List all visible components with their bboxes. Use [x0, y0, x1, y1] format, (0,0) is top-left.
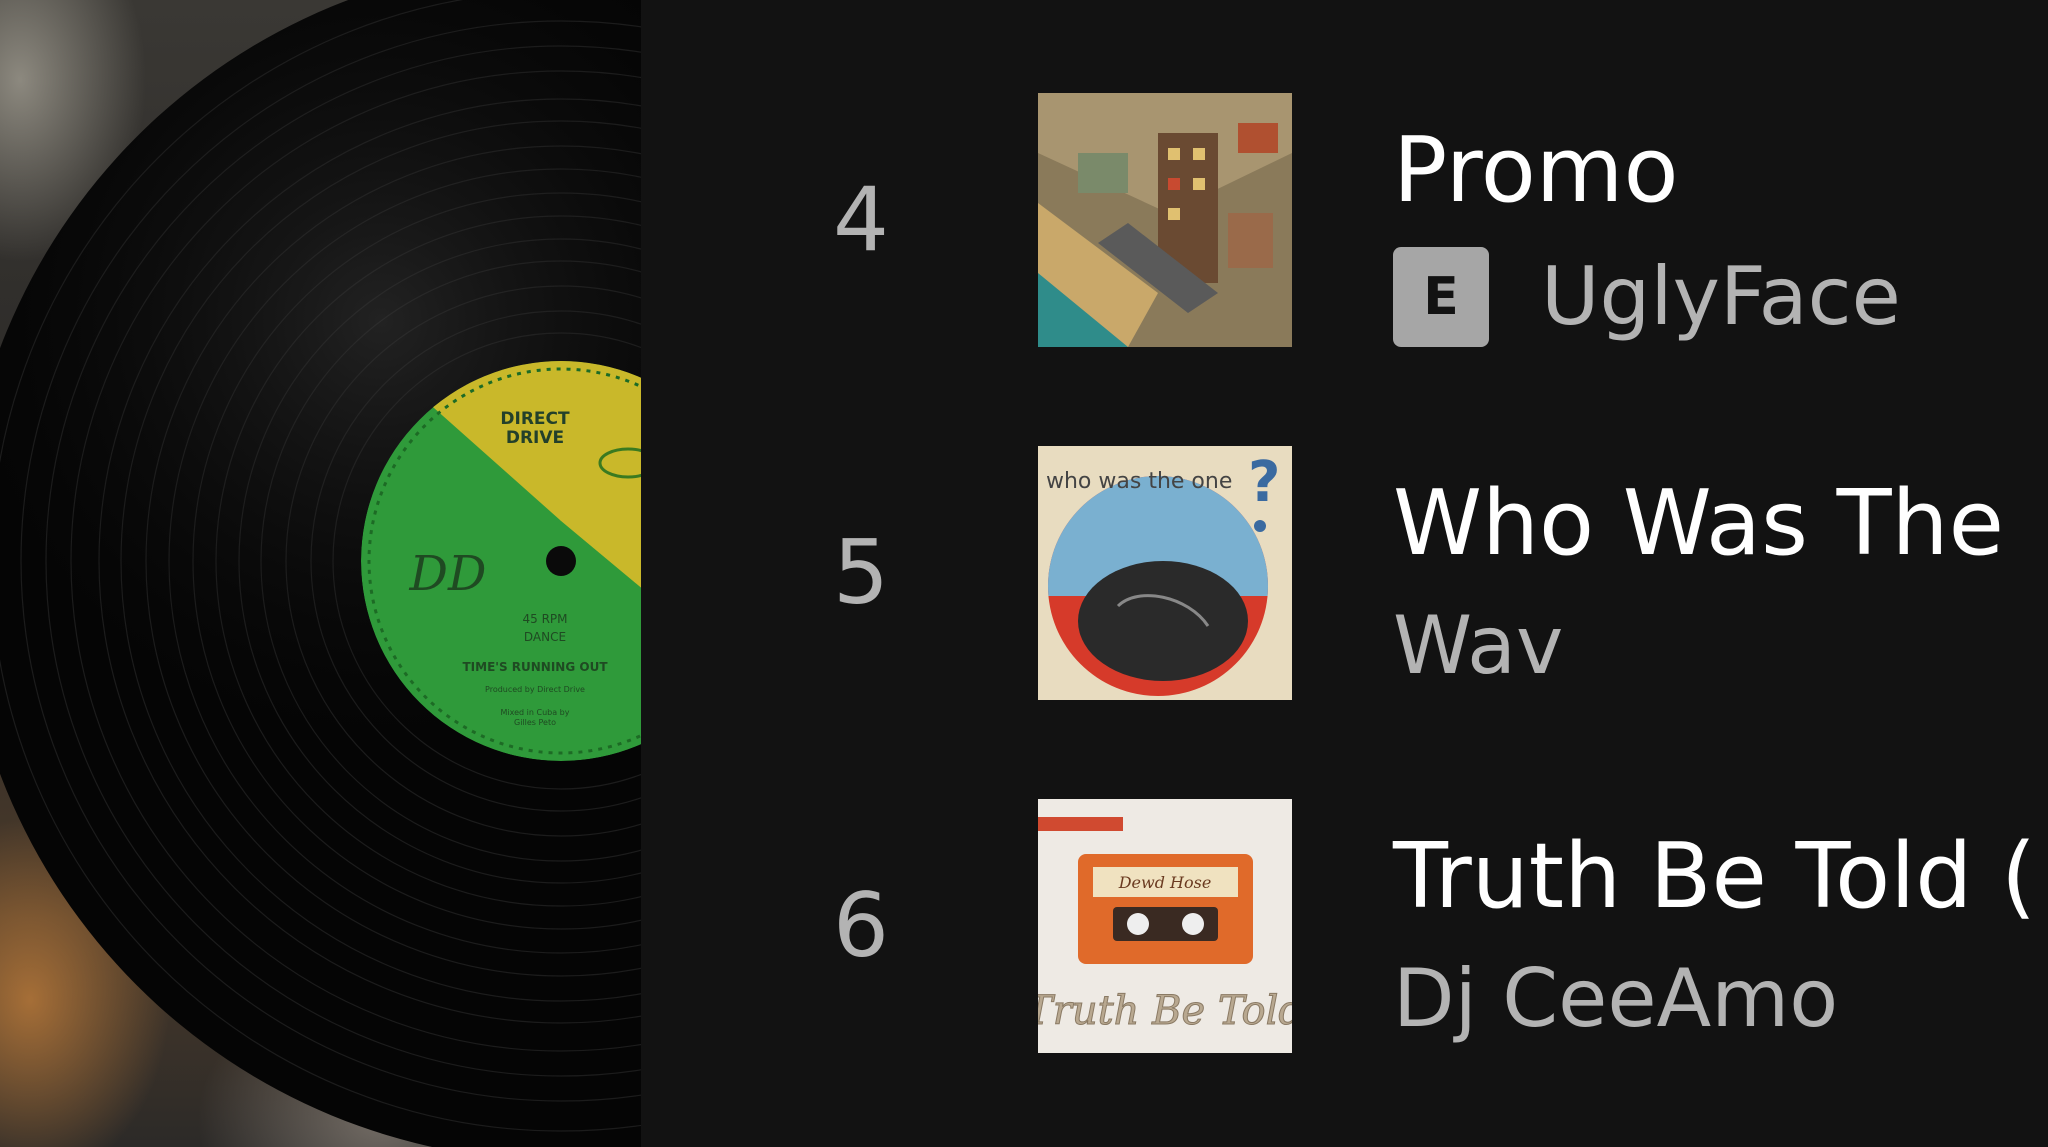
track-list: 4 Promo E UglyFace 5 who was the one ? W…: [641, 0, 2048, 1147]
question-mark-icon: ?: [1248, 450, 1280, 515]
track-row-who-was-the[interactable]: 5 who was the one ? Who Was The Wav: [641, 423, 2048, 723]
album-art-promo[interactable]: [1038, 93, 1292, 347]
label-credit-1: Produced by Direct Drive: [485, 685, 585, 694]
track-subtitle: Dj CeeAmo: [1393, 959, 1838, 1039]
record-spindle-hole: [546, 546, 576, 576]
album-art-text: who was the one: [1046, 469, 1232, 494]
vinyl-record-panel: DIRECT DRIVE DD 45 RPM DANCE TIME'S RUNN…: [0, 0, 641, 1147]
track-artist[interactable]: Dj CeeAmo: [1393, 952, 1838, 1045]
track-title[interactable]: Promo: [1393, 126, 1679, 216]
track-subtitle: Wav: [1393, 606, 1563, 686]
label-title-line2: DRIVE: [506, 428, 564, 448]
label-credit-2: Mixed in Cuba by: [501, 708, 570, 717]
track-subtitle: E UglyFace: [1393, 247, 1901, 347]
label-genre: DANCE: [524, 630, 566, 644]
vinyl-record-image: DIRECT DRIVE DD 45 RPM DANCE TIME'S RUNN…: [0, 0, 641, 1147]
label-title: DIRECT: [500, 409, 570, 429]
track-artist[interactable]: UglyFace: [1541, 250, 1901, 343]
label-credit-3: Gilles Peto: [514, 718, 556, 727]
label-speed: 45 RPM: [522, 612, 567, 626]
explicit-badge-icon: E: [1393, 247, 1489, 347]
track-number: 4: [833, 168, 889, 271]
track-title[interactable]: Truth Be Told (: [1393, 832, 2036, 922]
label-logo: DD: [409, 546, 487, 602]
album-art-who-was-the-one[interactable]: who was the one ?: [1038, 446, 1292, 700]
track-title[interactable]: Who Was The: [1393, 479, 2004, 569]
track-row-truth-be-told[interactable]: 6 Dewd Hose Truth Be Told Truth Be Told …: [641, 776, 2048, 1076]
track-row-promo[interactable]: 4 Promo E UglyFace: [641, 70, 2048, 370]
tape-label-text: Dewd Hose: [1118, 873, 1212, 892]
track-number: 6: [833, 874, 889, 977]
label-song: TIME'S RUNNING OUT: [462, 660, 608, 674]
track-artist[interactable]: Wav: [1393, 599, 1563, 692]
album-art-text: Truth Be Told: [1038, 988, 1292, 1034]
album-art-truth-be-told[interactable]: Dewd Hose Truth Be Told: [1038, 799, 1292, 1053]
track-number: 5: [833, 521, 889, 624]
now-playing-screen: DIRECT DRIVE DD 45 RPM DANCE TIME'S RUNN…: [0, 0, 2048, 1147]
